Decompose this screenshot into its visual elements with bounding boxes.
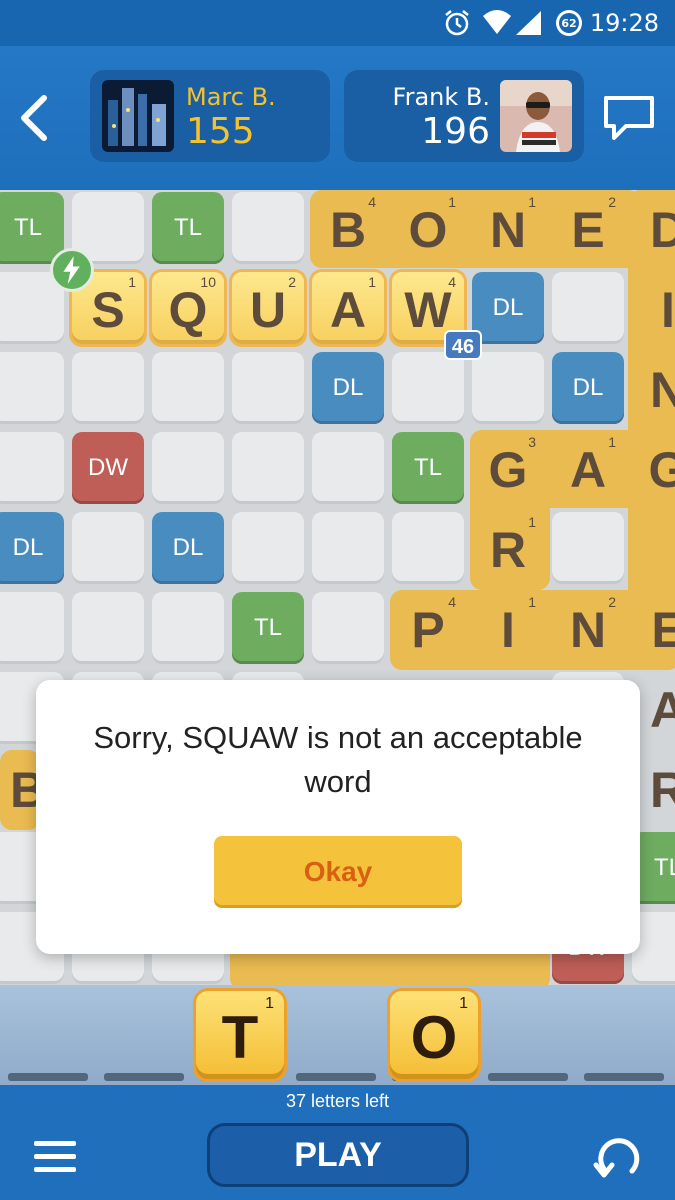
rack-tile[interactable]: O1 (390, 991, 478, 1079)
player-card-marc[interactable]: Marc B. 155 (90, 70, 330, 162)
rack-slot (104, 1073, 184, 1081)
swap-tiles-icon[interactable] (590, 1131, 646, 1185)
rack-tile[interactable]: T1 (196, 991, 284, 1079)
battery-icon: 62 (556, 10, 582, 36)
opponent-avatar (500, 80, 572, 152)
rack-slot (584, 1073, 664, 1081)
signal-icon (516, 11, 541, 35)
rack-slot (8, 1073, 88, 1081)
tile-rack: T1 O1 (0, 985, 675, 1085)
play-button[interactable]: PLAY (207, 1123, 469, 1187)
player-score: 155 (186, 111, 255, 152)
chat-icon[interactable] (600, 92, 658, 144)
rack-slot (296, 1073, 376, 1081)
player-card-frank[interactable]: Frank B. 196 (344, 70, 584, 162)
bottom-bar: 37 letters left PLAY (0, 1085, 675, 1200)
game-header: Marc B. 155 Frank B. 196 (0, 46, 675, 190)
player-name: Marc B. (186, 83, 276, 111)
okay-button[interactable]: Okay (214, 836, 462, 908)
letters-left-count: 37 letters left (285, 1091, 390, 1111)
dialog-message: Sorry, SQUAW is not an acceptable word (93, 720, 583, 799)
back-arrow-icon[interactable] (14, 90, 54, 146)
avatar (102, 80, 174, 152)
clock: 19:28 (589, 9, 659, 37)
status-bar: 62 19:28 (0, 0, 675, 46)
invalid-word-dialog: Sorry, SQUAW is not an acceptable word O… (36, 680, 640, 954)
opponent-name: Frank B. (392, 83, 490, 111)
rack-slot (488, 1073, 568, 1081)
alarm-icon (445, 10, 469, 36)
battery-level: 62 (561, 17, 576, 30)
wifi-icon (483, 10, 511, 34)
hamburger-menu-icon[interactable] (30, 1135, 80, 1179)
opponent-score: 196 (421, 111, 490, 152)
